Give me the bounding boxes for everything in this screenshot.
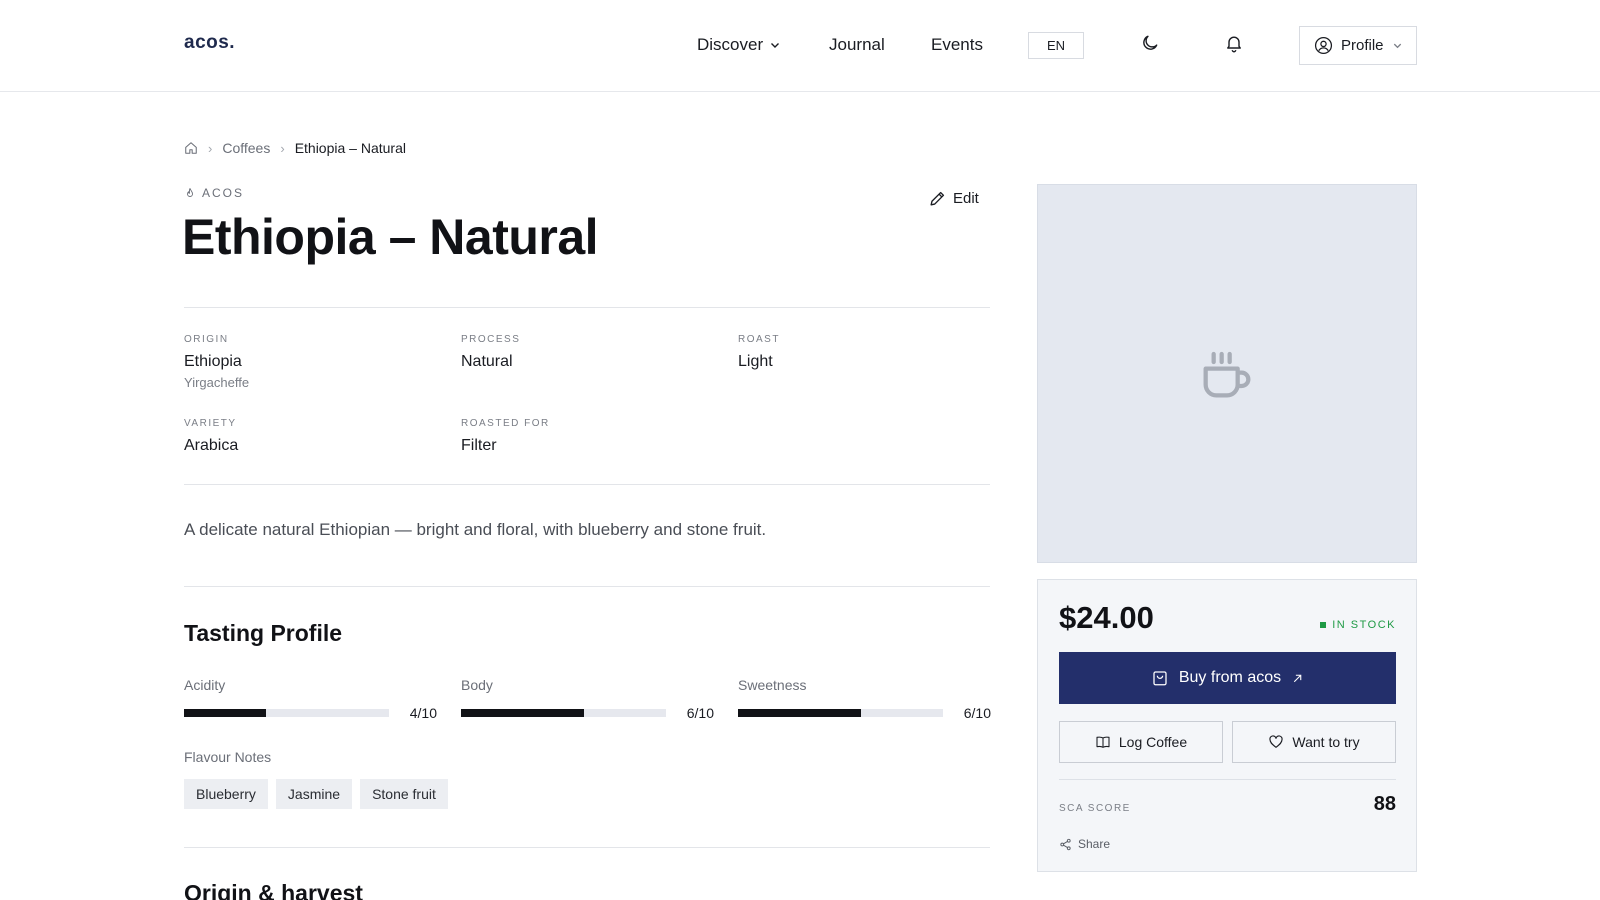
divider [184, 484, 990, 485]
buy-button[interactable]: Buy from acos [1059, 652, 1396, 704]
meter-score: 4/10 [409, 705, 437, 721]
user-circle-icon [1314, 36, 1333, 55]
breadcrumb: › Coffees › Ethiopia – Natural [184, 140, 406, 156]
meter-fill [461, 709, 584, 717]
shopping-bag-icon [1153, 671, 1167, 686]
log-coffee-button[interactable]: Log Coffee [1059, 721, 1223, 763]
attribute-value: Ethiopia [184, 353, 242, 370]
bell-icon [1227, 36, 1241, 53]
coffee-cup-icon [1203, 351, 1251, 397]
attribute-process: PROCESS Natural [461, 334, 520, 371]
attribute-variety: VARIETY Arabica [184, 418, 238, 455]
attribute-value: Filter [461, 437, 497, 454]
meter-fill [184, 709, 266, 717]
meter-track [738, 709, 943, 717]
chevron-down-icon [771, 43, 780, 48]
attribute-label: VARIETY [184, 418, 237, 429]
home-icon[interactable] [184, 141, 198, 155]
moon-icon [1143, 35, 1158, 50]
divider [184, 847, 990, 848]
coffee-image-placeholder [1037, 184, 1417, 563]
theme-toggle-button[interactable] [1138, 31, 1162, 55]
edit-label: Edit [953, 190, 979, 207]
buy-label: Buy from acos [1178, 669, 1282, 686]
stock-status: IN STOCK [1320, 619, 1396, 631]
meter-label: Acidity [184, 677, 226, 693]
price: $24.00 [1059, 600, 1154, 635]
flavour-tag[interactable]: Jasmine [275, 779, 353, 809]
attribute-roast: ROAST Light [738, 334, 780, 371]
attribute-label: ROAST [738, 334, 780, 345]
meter-track [184, 709, 389, 717]
notifications-button[interactable] [1222, 31, 1246, 55]
sweetness-meter: Sweetness 6/10 [738, 677, 991, 721]
attribute-label: ROASTED FOR [461, 418, 550, 429]
attribute-value: Natural [461, 353, 513, 370]
breadcrumb-current: Ethiopia – Natural [294, 140, 406, 156]
nav-discover[interactable]: Discover [697, 35, 781, 55]
attribute-label: ORIGIN [184, 334, 229, 345]
attribute-value: Light [738, 353, 773, 370]
chevron-down-icon [1393, 43, 1401, 49]
divider [1059, 779, 1396, 780]
roaster-name: ACOS [202, 186, 245, 200]
log-coffee-label: Log Coffee [1118, 734, 1188, 750]
sca-score-label: SCA SCORE [1059, 803, 1131, 814]
meter-fill [738, 709, 861, 717]
breadcrumb-separator: › [280, 140, 285, 156]
divider [184, 307, 990, 308]
body-meter: Body 6/10 [461, 677, 714, 721]
coffee-description: A delicate natural Ethiopian — bright an… [184, 520, 767, 539]
meter-score: 6/10 [686, 705, 714, 721]
book-icon [1096, 736, 1110, 748]
breadcrumb-separator: › [208, 140, 213, 156]
attribute-origin: ORIGIN Ethiopia Yirgacheffe [184, 334, 249, 390]
profile-label: Profile [1341, 37, 1384, 54]
attribute-value: Arabica [184, 437, 239, 454]
want-to-try-button[interactable]: Want to try [1232, 721, 1396, 763]
flame-icon [187, 188, 193, 197]
top-header: acos. Discover Journal Events EN Profile [0, 0, 1600, 92]
attribute-label: PROCESS [461, 334, 521, 345]
logo[interactable]: acos. [184, 32, 235, 54]
attribute-subvalue: Yirgacheffe [184, 375, 250, 390]
pencil-icon [930, 191, 945, 206]
profile-button[interactable]: Profile [1299, 26, 1417, 65]
stock-indicator [1320, 622, 1327, 628]
want-to-try-label: Want to try [1292, 734, 1360, 750]
flavour-tag[interactable]: Blueberry [184, 779, 268, 809]
meter-score: 6/10 [963, 705, 991, 721]
share-button[interactable]: Share [1059, 837, 1110, 851]
flavour-notes-label: Flavour Notes [184, 749, 272, 765]
meter-label: Body [461, 677, 493, 693]
meter-track [461, 709, 666, 717]
heart-icon [1269, 735, 1283, 748]
roaster-link[interactable]: ACOS [184, 186, 244, 200]
external-arrow-icon [1293, 674, 1302, 682]
page-title: Ethiopia – Natural [182, 209, 599, 265]
nav-events[interactable]: Events [931, 35, 983, 55]
nav-journal[interactable]: Journal [829, 35, 885, 55]
attribute-roasted-for: ROASTED FOR Filter [461, 418, 550, 455]
edit-button[interactable]: Edit [928, 189, 979, 208]
stock-label: IN STOCK [1332, 619, 1396, 631]
divider [184, 586, 990, 587]
nav-discover-label: Discover [697, 35, 764, 54]
tasting-profile-title: Tasting Profile [184, 620, 343, 646]
share-icon [1060, 838, 1071, 850]
meter-label: Sweetness [738, 677, 807, 693]
origin-harvest-title: Origin & harvest [184, 880, 363, 900]
language-button[interactable]: EN [1028, 32, 1084, 59]
flavour-tags: Blueberry Jasmine Stone fruit [184, 779, 448, 809]
purchase-card: $24.00 IN STOCK Buy from acos Log Coffee… [1037, 579, 1417, 872]
share-label: Share [1078, 837, 1111, 851]
breadcrumb-coffees[interactable]: Coffees [222, 140, 270, 156]
acidity-meter: Acidity 4/10 [184, 677, 437, 721]
flavour-tag[interactable]: Stone fruit [360, 779, 448, 809]
sca-score-value: 88 [1373, 793, 1396, 815]
